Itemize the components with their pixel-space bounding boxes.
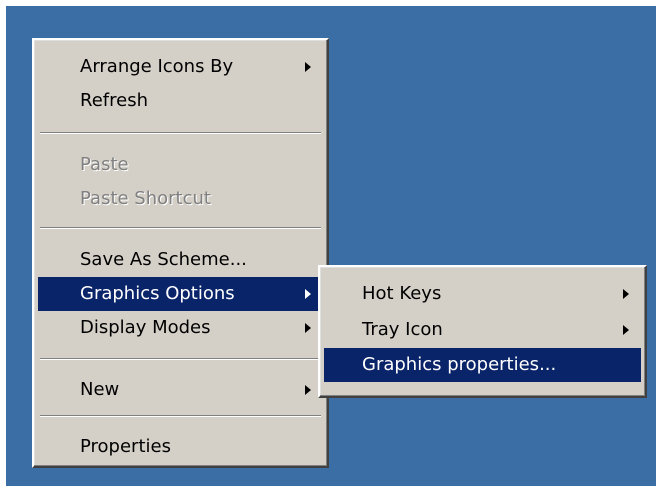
menu-item-label: New	[80, 379, 120, 400]
menu-item-label: Paste	[80, 154, 129, 175]
submenu-item-hot-keys[interactable]: Hot Keys	[324, 277, 641, 311]
submenu-arrow-icon	[305, 385, 311, 395]
menu-item-label: Tray Icon	[362, 319, 443, 340]
menu-separator	[40, 132, 321, 134]
menu-item-graphics-options[interactable]: Graphics Options	[38, 277, 323, 311]
menu-item-save-as-scheme[interactable]: Save As Scheme...	[38, 243, 323, 277]
submenu-arrow-icon	[305, 62, 311, 72]
menu-item-label: Properties	[80, 436, 171, 457]
menu-item-paste-shortcut: Paste Shortcut	[38, 182, 323, 216]
menu-item-arrange-icons-by[interactable]: Arrange Icons By	[38, 50, 323, 84]
submenu-arrow-icon	[623, 325, 629, 335]
menu-item-label: Display Modes	[80, 317, 211, 338]
menu-item-label: Paste Shortcut	[80, 188, 211, 209]
menu-item-properties[interactable]: Properties	[38, 430, 323, 464]
menu-item-label: Refresh	[80, 90, 148, 111]
menu-item-new[interactable]: New	[38, 373, 323, 407]
menu-separator	[40, 415, 321, 417]
submenu-arrow-icon	[305, 323, 311, 333]
submenu-item-tray-icon[interactable]: Tray Icon	[324, 313, 641, 347]
submenu-arrow-icon	[623, 289, 629, 299]
menu-item-display-modes[interactable]: Display Modes	[38, 311, 323, 345]
desktop-background[interactable]: Arrange Icons By Refresh Paste Paste Sho…	[6, 6, 656, 486]
desktop-context-menu: Arrange Icons By Refresh Paste Paste Sho…	[32, 38, 329, 468]
menu-item-label: Arrange Icons By	[80, 56, 234, 77]
menu-item-refresh[interactable]: Refresh	[38, 84, 323, 118]
submenu-arrow-icon	[305, 289, 311, 299]
menu-item-label: Hot Keys	[362, 283, 442, 304]
menu-item-label: Graphics Options	[80, 283, 235, 304]
menu-item-label: Graphics properties...	[362, 354, 557, 375]
menu-separator	[40, 358, 321, 360]
submenu-item-graphics-properties[interactable]: Graphics properties...	[324, 348, 641, 382]
graphics-options-submenu: Hot Keys Tray Icon Graphics properties..…	[318, 265, 647, 398]
menu-item-label: Save As Scheme...	[80, 249, 247, 270]
menu-separator	[40, 227, 321, 229]
menu-item-paste: Paste	[38, 148, 323, 182]
